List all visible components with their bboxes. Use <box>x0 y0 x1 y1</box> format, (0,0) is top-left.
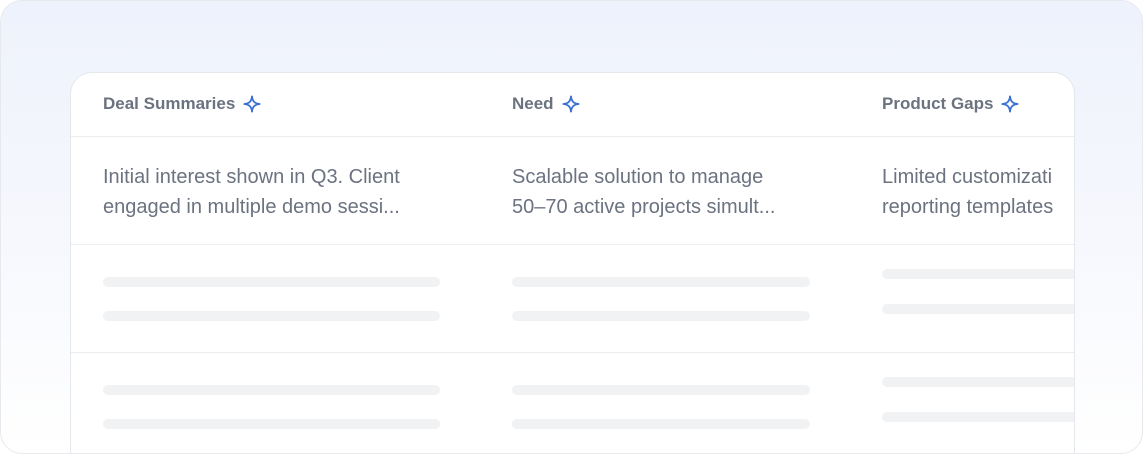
sparkle-icon <box>243 95 261 113</box>
column-header-need[interactable]: Need <box>512 94 580 114</box>
skeleton-line <box>103 419 440 429</box>
column-header-label: Need <box>512 94 554 113</box>
cell-deal-summary: Initial interest shown in Q3. Client eng… <box>103 162 443 222</box>
sparkle-icon <box>1001 95 1020 113</box>
cell-product-gaps: Limited customizati reporting templates <box>882 162 1074 222</box>
skeleton-line <box>882 269 1074 279</box>
cell-line: Initial interest shown in Q3. Client <box>103 166 400 188</box>
table-header-row: Deal Summaries Need Product Gaps <box>71 73 1074 137</box>
column-header-label: Product Gaps <box>882 94 994 113</box>
skeleton-line <box>882 412 1074 422</box>
cell-line: Limited customizati <box>882 166 1053 188</box>
skeleton-line <box>882 304 1074 314</box>
skeleton-line <box>103 311 440 321</box>
skeleton-line <box>512 311 810 321</box>
skeleton-line <box>512 385 810 395</box>
column-header-product-gaps[interactable]: Product Gaps <box>882 94 1020 114</box>
table-row-loading <box>71 245 1074 353</box>
cell-line: engaged in multiple demo sessi... <box>103 196 400 218</box>
cell-line: 50–70 active projects simult... <box>512 196 776 218</box>
column-header-label: Deal Summaries <box>103 94 236 113</box>
skeleton-line <box>103 385 440 395</box>
sparkle-icon <box>562 95 580 113</box>
cell-line: Scalable solution to manage <box>512 166 764 188</box>
table-row-loading <box>71 353 1074 453</box>
column-header-deal-summaries[interactable]: Deal Summaries <box>103 94 261 114</box>
skeleton-line <box>103 277 440 287</box>
cell-line: reporting templates <box>882 196 1054 218</box>
table-row[interactable]: Initial interest shown in Q3. Client eng… <box>71 137 1074 245</box>
skeleton-line <box>512 277 810 287</box>
app-frame: Deal Summaries Need Product Gaps Initial… <box>0 0 1143 454</box>
cell-need: Scalable solution to manage 50–70 active… <box>512 162 822 222</box>
data-table: Deal Summaries Need Product Gaps Initial… <box>70 72 1075 453</box>
skeleton-line <box>512 419 810 429</box>
skeleton-line <box>882 377 1074 387</box>
